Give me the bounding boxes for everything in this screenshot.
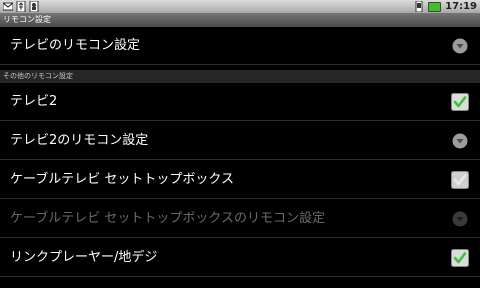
row-label: テレビ2 <box>10 94 58 109</box>
more-icon <box>452 211 468 227</box>
page-title: リモコン設定 <box>0 13 480 27</box>
row-tv2-remote-settings[interactable]: テレビ2のリモコン設定 <box>0 122 480 160</box>
row-label: ケーブルテレビ セットトップボックス <box>10 172 234 187</box>
usb-icon <box>16 1 26 12</box>
phone-signal-icon <box>415 1 423 12</box>
android-debug-icon <box>29 1 39 12</box>
checkbox-checked-icon[interactable] <box>451 93 469 111</box>
checkbox-checked-icon[interactable] <box>451 249 469 267</box>
clock: 17:19 <box>445 1 477 12</box>
row-label: リンクプレーヤー/地デジ <box>10 250 158 265</box>
more-icon <box>452 38 468 54</box>
status-bar: 17:19 <box>0 0 480 13</box>
battery-icon <box>428 1 442 12</box>
row-tv-remote-settings[interactable]: テレビのリモコン設定 <box>0 27 480 65</box>
row-cable-stb-remote-settings: ケーブルテレビ セットトップボックスのリモコン設定 <box>0 200 480 238</box>
row-label: テレビ2のリモコン設定 <box>10 133 149 148</box>
row-tv2[interactable]: テレビ2 <box>0 83 480 121</box>
gmail-icon <box>3 2 13 11</box>
row-link-player[interactable]: リンクプレーヤー/地デジ <box>0 239 480 277</box>
row-cable-stb[interactable]: ケーブルテレビ セットトップボックス <box>0 161 480 199</box>
row-label: テレビのリモコン設定 <box>10 38 141 53</box>
row-label: ケーブルテレビ セットトップボックスのリモコン設定 <box>10 211 325 226</box>
more-icon <box>452 133 468 149</box>
section-header: その他のリモコン設定 <box>0 70 480 83</box>
checkbox-unchecked-icon[interactable] <box>451 171 469 189</box>
